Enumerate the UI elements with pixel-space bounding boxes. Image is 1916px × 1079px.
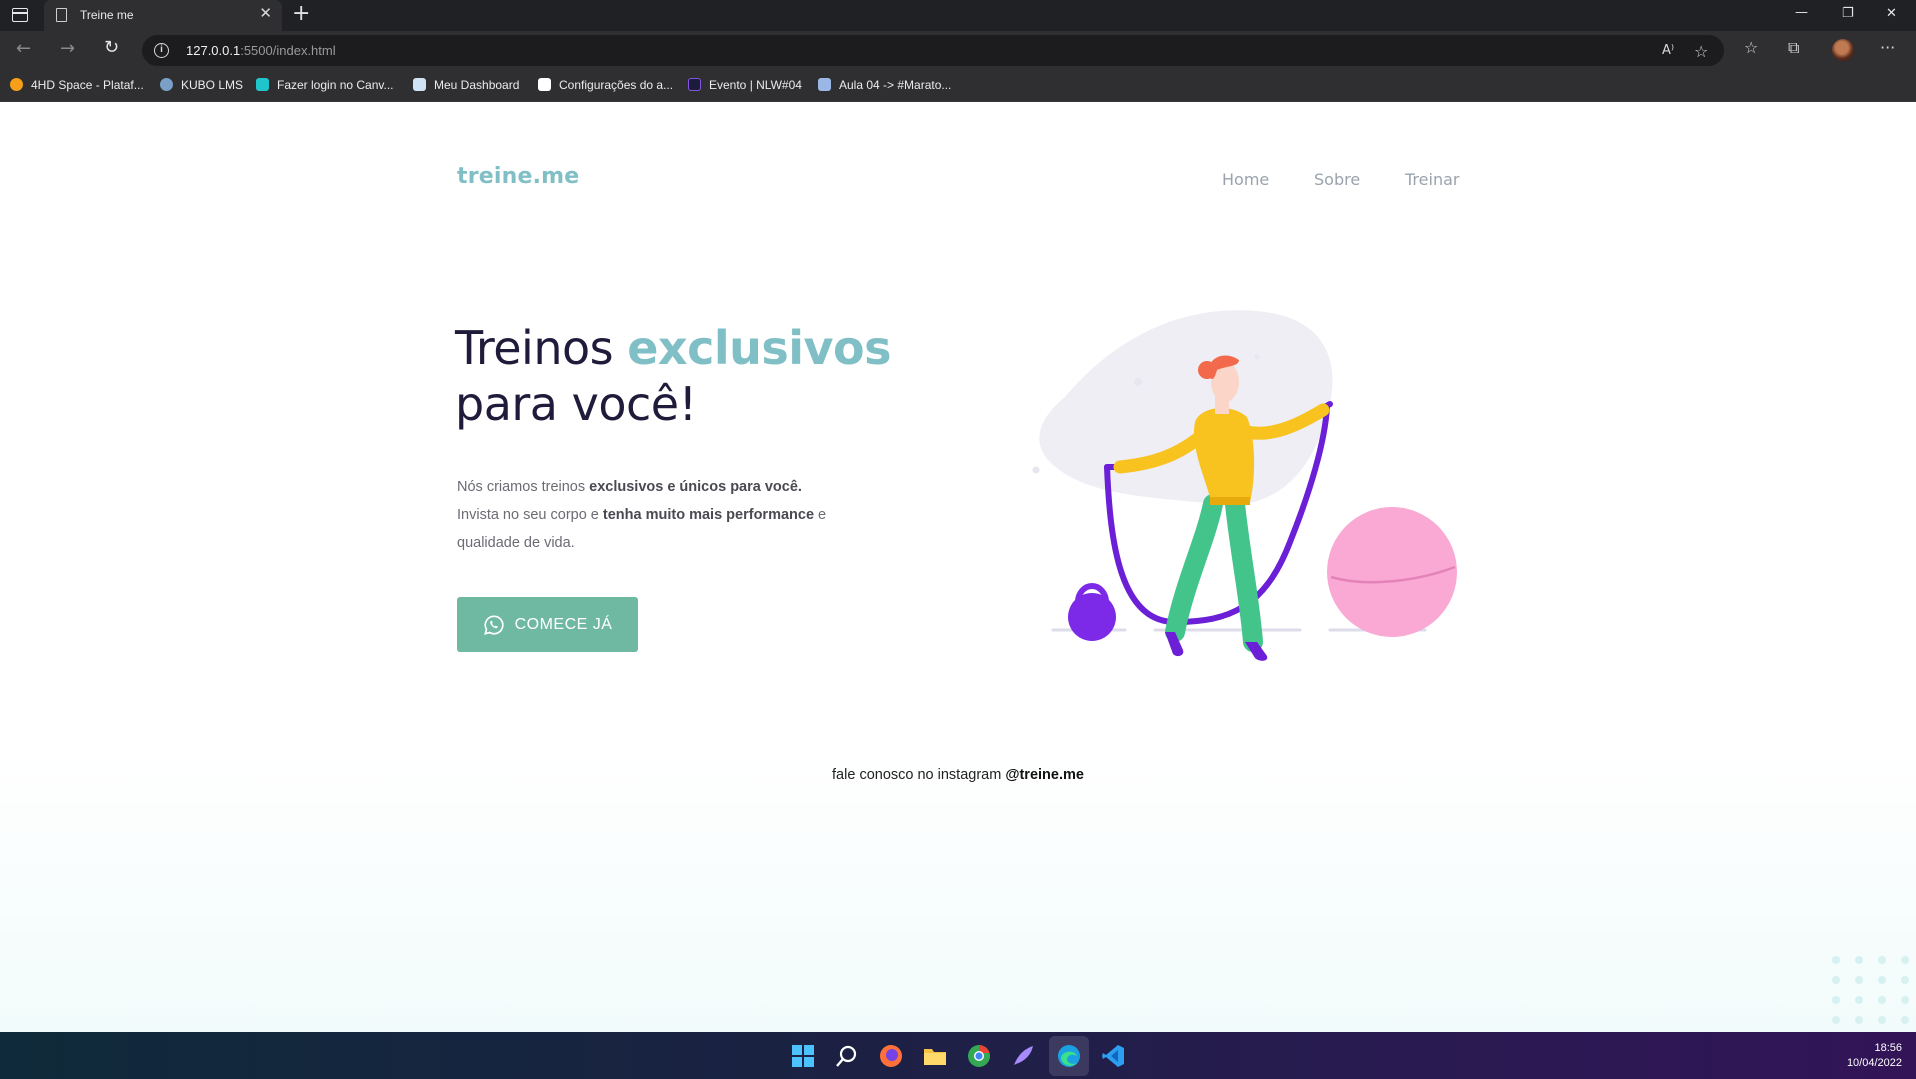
bookmark-favicon-icon: [10, 78, 23, 91]
firefox-icon[interactable]: [878, 1043, 904, 1069]
bookmark-item[interactable]: Aula 04 -> #Marato...: [818, 78, 951, 92]
close-window-icon[interactable]: ✕: [1886, 7, 1897, 20]
browser-tab-bar: Treine me ✕ + — ❐ ✕: [0, 0, 1916, 31]
collections-icon[interactable]: ⧉: [1788, 40, 1799, 56]
instagram-contact: fale conosco no instagram @treine.me: [832, 767, 1084, 783]
bookmark-item[interactable]: Meu Dashboard: [413, 78, 519, 92]
web-page: treine.me Home Sobre Treinar Treinos exc…: [0, 102, 1916, 1032]
bookmark-item[interactable]: Configurações do a...: [538, 78, 673, 92]
browser-tab[interactable]: Treine me ✕: [44, 0, 282, 31]
bookmark-favicon-icon: [538, 78, 551, 91]
hero-headline: Treinos exclusivos para você!: [455, 321, 891, 431]
chrome-icon[interactable]: [966, 1043, 992, 1069]
clock-time: 18:56: [1874, 1042, 1902, 1054]
bookmarks-bar: 4HD Space - Plataf... KUBO LMS Fazer log…: [0, 70, 1916, 102]
bookmark-item[interactable]: Fazer login no Canv...: [256, 78, 394, 92]
file-explorer-icon[interactable]: [922, 1043, 948, 1069]
nav-link-home[interactable]: Home: [1222, 170, 1269, 189]
bookmark-item[interactable]: KUBO LMS: [160, 78, 243, 92]
windows-start-icon[interactable]: [790, 1043, 816, 1069]
forward-icon[interactable]: →: [60, 40, 75, 58]
bookmark-favicon-icon: [413, 78, 426, 91]
page-icon: [56, 8, 67, 22]
feather-app-icon[interactable]: [1010, 1043, 1036, 1069]
restore-icon[interactable]: ❐: [1842, 7, 1854, 20]
url-text[interactable]: 127.0.0.1:5500/index.html: [186, 43, 336, 58]
decorative-dots: [1832, 956, 1909, 1024]
os-taskbar: 18:56 10/04/2022: [0, 1032, 1916, 1079]
favorites-icon[interactable]: ☆: [1744, 40, 1758, 56]
site-logo[interactable]: treine.me: [457, 164, 579, 189]
clock-date: 10/04/2022: [1846, 1057, 1902, 1069]
bookmark-item[interactable]: Evento | NLW#04: [688, 78, 802, 92]
tab-title: Treine me: [80, 8, 134, 22]
start-now-button[interactable]: COMECE JÁ: [457, 597, 638, 652]
nav-link-train[interactable]: Treinar: [1405, 170, 1459, 189]
profile-avatar[interactable]: [1832, 39, 1854, 61]
back-icon[interactable]: ←: [16, 40, 31, 58]
hero-description: Nós criamos treinos exclusivos e únicos …: [457, 479, 827, 551]
instagram-handle[interactable]: @treine.me: [1005, 767, 1084, 783]
site-info-icon[interactable]: i: [154, 43, 169, 58]
bookmark-favicon-icon: [818, 78, 831, 91]
bookmark-favicon-icon: [256, 78, 269, 91]
bookmark-item[interactable]: 4HD Space - Plataf...: [10, 78, 144, 92]
close-tab-icon[interactable]: ✕: [259, 6, 272, 21]
bookmark-favicon-icon: [160, 78, 173, 91]
jump-rope-illustration: [1032, 310, 1457, 661]
refresh-icon[interactable]: ↻: [104, 39, 119, 57]
new-tab-button[interactable]: +: [292, 3, 310, 25]
vscode-icon[interactable]: [1100, 1043, 1126, 1069]
bookmark-favicon-icon: [688, 78, 701, 91]
more-options-icon[interactable]: ···: [1880, 40, 1895, 56]
edge-icon[interactable]: [1056, 1043, 1082, 1069]
minimize-icon[interactable]: —: [1795, 6, 1808, 19]
tab-actions-icon[interactable]: [12, 8, 28, 22]
search-icon[interactable]: [834, 1043, 860, 1069]
whatsapp-icon: [483, 614, 504, 635]
browser-toolbar: ← → ↻ i 127.0.0.1:5500/index.html A⁾ ☆ ☆…: [0, 31, 1916, 70]
start-now-label: COMECE JÁ: [514, 615, 613, 633]
address-bar[interactable]: i 127.0.0.1:5500/index.html A⁾ ☆: [142, 35, 1724, 66]
nav-link-about[interactable]: Sobre: [1314, 170, 1360, 189]
system-clock[interactable]: 18:56 10/04/2022: [1847, 1041, 1902, 1071]
favorite-star-icon[interactable]: ☆: [1694, 44, 1708, 60]
read-aloud-icon[interactable]: A⁾: [1662, 44, 1674, 57]
